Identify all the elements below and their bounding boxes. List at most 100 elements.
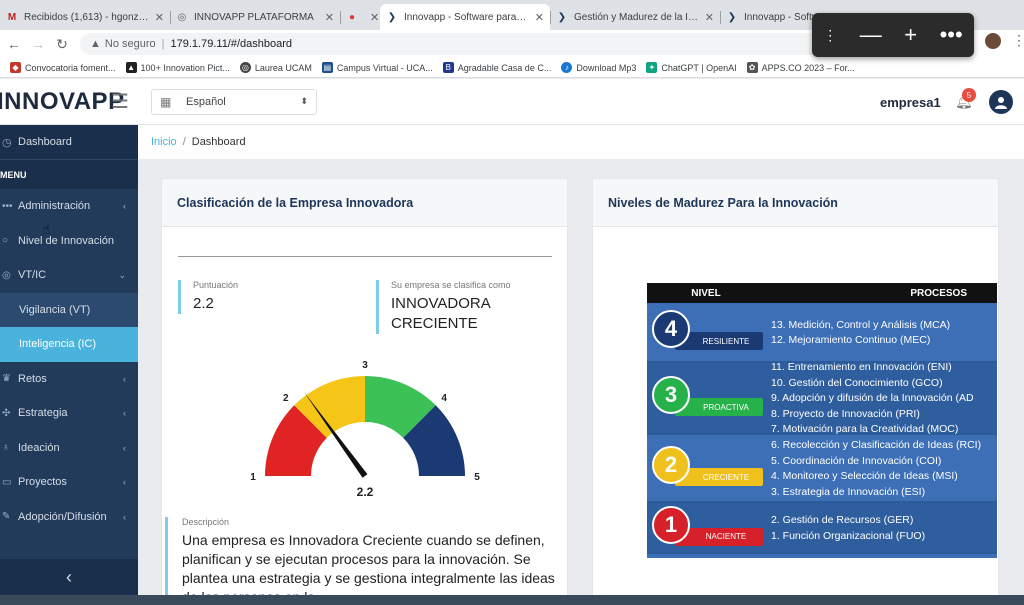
level-number: 1 [652,505,690,544]
url-input[interactable]: ▲ No seguro | 179.1.79.11/#/dashboard [80,33,840,55]
gauge-tick-label: 2 [283,393,289,404]
close-icon[interactable]: ✕ [325,11,334,24]
process-item: 12. Mejoramiento Continuo (MEC) [771,334,931,346]
maturity-row: 4 RESILIENTE 13. Medición, Control y Análi… [647,303,997,363]
company-name[interactable]: empresa1 [880,95,941,110]
chevron-left-icon: ‹ [123,201,126,212]
sidebar-item-proyectos[interactable]: ▭ Proyectos ‹ [0,465,138,500]
globe-icon: ◎ [2,269,11,281]
innovapp-icon: ❯ [727,11,737,23]
minimize-icon[interactable]: — [860,22,882,48]
gauge-tick-label: 3 [362,360,368,371]
forward-icon[interactable]: → [26,36,50,52]
process-item: 10. Gestión del Conocimiento (GCO) [771,376,943,389]
maturity-row: 3 PROACTIVA 11. Entrenamiento en Innovació… [647,360,997,438]
classification-title: Clasificación de la Empresa Innovadora [162,179,567,227]
bookmark-icon: ◆ [10,62,21,73]
sidebar-item-retos[interactable]: ♛ Retos ‹ [0,362,138,397]
sidebar-item-administracion[interactable]: ••• Administración ‹ [0,189,138,224]
bookmark-icon: ✿ [746,62,758,73]
gauge-tick-label: 5 [474,472,480,483]
breadcrumb-home-link[interactable]: Inicio [151,136,177,148]
sidebar-item-estrategia[interactable]: ✣ Estrategia ‹ [0,396,138,431]
sidebar-subitem-vigilancia[interactable]: Vigilancia (VT) [0,292,138,327]
browser-tab[interactable]: ◎ INNOVAPP PLATAFORMA ✕ [170,4,340,30]
close-icon[interactable]: ✕ [370,11,379,24]
bookmark-item[interactable]: ♪ Download Mp3 [561,62,636,73]
more-icon[interactable]: ••• [940,22,963,48]
browser-tab[interactable]: ● ✕ [340,4,380,30]
process-item: 13. Medición, Control y Análisis (MCA) [771,318,951,331]
user-avatar-icon[interactable] [989,90,1013,114]
sidebar-item-vtic[interactable]: ◎ VT/IC ⌄ [0,258,138,293]
close-icon[interactable]: ✕ [535,11,544,24]
sidebar-item-nivel-innovacion[interactable]: ○ Nivel de Innovación [0,224,138,259]
sidebar-collapse-button[interactable]: ‹ [0,559,138,595]
browser-tab-active[interactable]: ❯Innovapp - Software para la Inno✕ [380,4,550,30]
bookmark-item[interactable]: ◎ Laurea UCAM [239,62,312,73]
select-arrow-icon: ⬍ [300,96,308,106]
bookmark-icon: ✦ [646,62,658,73]
browser-tab[interactable]: ❯Gestión y Madurez de la Innovació✕ [550,4,720,30]
chevron-left-icon: ‹ [123,511,126,522]
bookmark-item[interactable]: ✦ ChatGPT | OpenAI [646,62,737,73]
profile-avatar[interactable] [985,33,1001,49]
floating-toolbar: ⋮ — + ••• [812,13,974,57]
sidebar-item-dashboard[interactable]: ◷ Dashboard [0,125,138,159]
breadcrumb: Inicio / Dashboard [138,125,1024,159]
maturity-table-header: NIVEL PROCESOS [647,283,997,303]
process-item: 1. Función Organizacional (FUO) [771,529,926,542]
gauge-tick-label: 4 [441,393,447,404]
chevron-left-icon: ‹ [123,373,126,384]
folder-icon: ▭ [2,476,12,488]
description-text: Una empresa es Innovadora Creciente cuan… [182,532,555,605]
browser-tab[interactable]: MRecibidos (1,613) - hgonzalh@gr✕ [0,4,170,30]
maturity-row: 1 NACIENTE 2. Gestión de Recursos (GER) 1. … [647,503,997,554]
language-select[interactable]: ▦ Español ⬍ [151,88,317,115]
drag-handle-icon[interactable]: ⋮ [823,27,837,44]
maturity-title: Niveles de Madurez Para la Innovación [593,179,998,227]
bookmark-icon: ▲ [125,62,137,73]
sidebar-subitem-inteligencia[interactable]: Inteligencia (IC) [0,327,138,362]
chevron-down-icon: ⌄ [118,269,126,280]
app-header: INNOVAPP ☰ ▦ Español ⬍ empresa1 🔔︎ 5 [0,79,1024,125]
warning-icon: ▲ [90,38,101,50]
level-processes: 13. Medición, Control y Análisis (MCA) 12… [771,318,950,349]
hamburger-icon[interactable]: ☰ [111,89,139,114]
process-item: 2. Gestión de Recursos (GER) [771,514,914,526]
innovapp-icon: ❯ [387,11,397,23]
process-item: 6. Recolección y Clasificación de Ideas … [771,439,982,451]
bookmark-item[interactable]: B Agradable Casa de C... [442,62,551,73]
back-icon[interactable]: ← [2,36,26,52]
maturity-table: NIVEL PROCESOS 4 RESILIENTE 13. Medición, … [647,283,997,558]
bookmark-item[interactable]: ◆ Convocatoria foment... [10,62,116,73]
sidebar-item-ideacion[interactable]: ♁ Ideación ‹ [0,431,138,466]
record-icon: ● [348,11,356,23]
close-icon[interactable]: ✕ [705,11,714,24]
add-icon[interactable]: + [904,22,917,48]
process-item: 5. Coordinación de Innovación (COI) [771,454,942,467]
dashboard-icon: ◷ [2,136,12,149]
kebab-menu-icon[interactable]: ⋮ [1012,32,1024,49]
innovapp-icon: ❯ [557,11,567,23]
process-item: 8. Proyecto de Innovación (PRI) [771,407,920,420]
classification-card: Clasificación de la Empresa Innovadora P… [161,178,568,605]
sidebar-item-adopcion[interactable]: ✎ Adopción/Difusión ‹ [0,500,138,535]
process-item: 11. Entrenamiento en Innovación (ENI) [771,361,952,374]
reload-icon[interactable]: ↻ [50,36,74,53]
level-processes: 11. Entrenamiento en Innovación (ENI) 10.… [771,360,974,438]
gauge-value-label: 2.2 [357,485,374,499]
classification-block: Su empresa se clasifica como INNOVADORA … [376,280,511,334]
chevron-left-icon: ‹ [123,408,126,419]
sidebar: ◷ Dashboard MENU ••• Administración ‹ ○ … [0,125,138,595]
process-item: 4. Monitoreo y Selección de Ideas (MSI) [771,470,958,482]
bookmark-item[interactable]: ✿ APPS.CO 2023 – For... [746,62,855,73]
level-number: 4 [652,310,690,348]
bookmark-item[interactable]: ▲ 100+ Innovation Pict... [125,62,230,73]
puzzle-icon: ✣ [2,407,11,419]
level-processes: 2. Gestión de Recursos (GER) 1. Función O… [771,513,925,544]
chevron-left-icon: ‹ [123,477,126,488]
close-icon[interactable]: ✕ [155,11,164,24]
bookmark-item[interactable]: ▤ Campus Virtual - UCA... [321,62,433,73]
trophy-icon: ♛ [2,373,11,385]
